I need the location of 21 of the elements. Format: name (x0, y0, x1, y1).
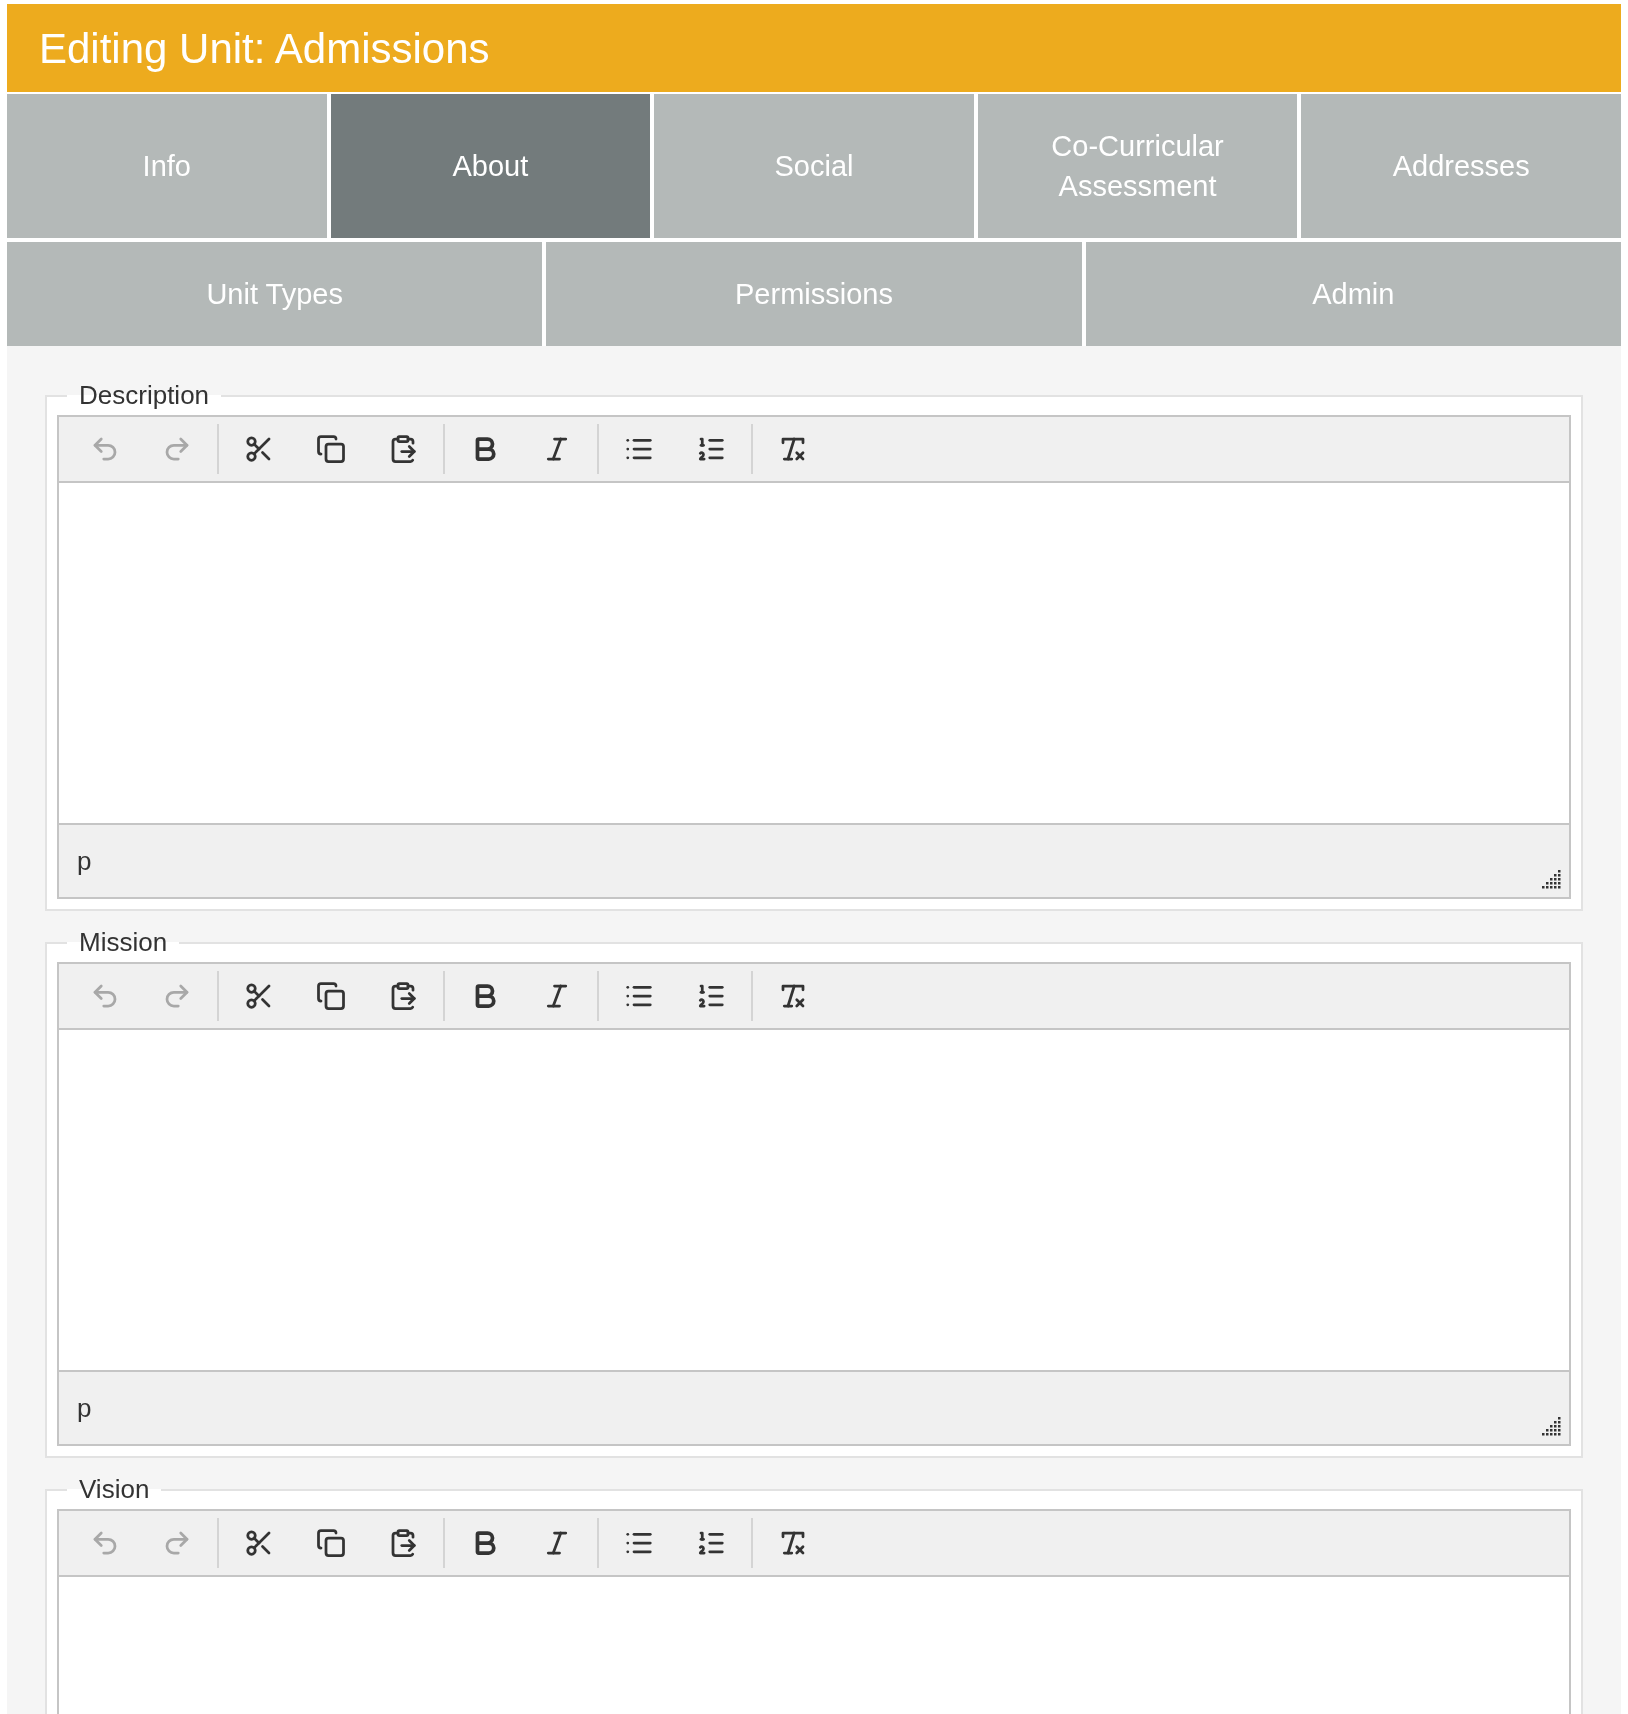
element-path: p (77, 844, 92, 878)
element-path: p (77, 1391, 92, 1425)
copy-icon (316, 981, 346, 1011)
field-label: Vision (78, 1473, 151, 1506)
copy-icon (316, 1528, 346, 1558)
tab[interactable]: Info (7, 94, 327, 238)
tab[interactable]: Admin (1085, 242, 1621, 346)
rich-text-editor[interactable]: p (57, 415, 1571, 899)
tab[interactable]: Addresses (1301, 94, 1621, 238)
tab[interactable]: Co-Curricular Assessment (977, 94, 1298, 238)
resize-grip-icon[interactable] (1542, 870, 1561, 889)
tab[interactable]: Unit Types (7, 242, 543, 346)
tab[interactable]: About (330, 94, 651, 238)
field-label: Mission (78, 926, 169, 959)
copy-icon (316, 434, 346, 464)
resize-grip-icon[interactable] (1542, 1417, 1561, 1436)
tab[interactable]: Permissions (546, 242, 1082, 346)
rich-text-editor[interactable]: p (57, 962, 1571, 1446)
field-label: Description (78, 379, 211, 412)
tab[interactable]: Social (654, 94, 974, 238)
page-title: Editing Unit: Admissions (39, 23, 490, 74)
